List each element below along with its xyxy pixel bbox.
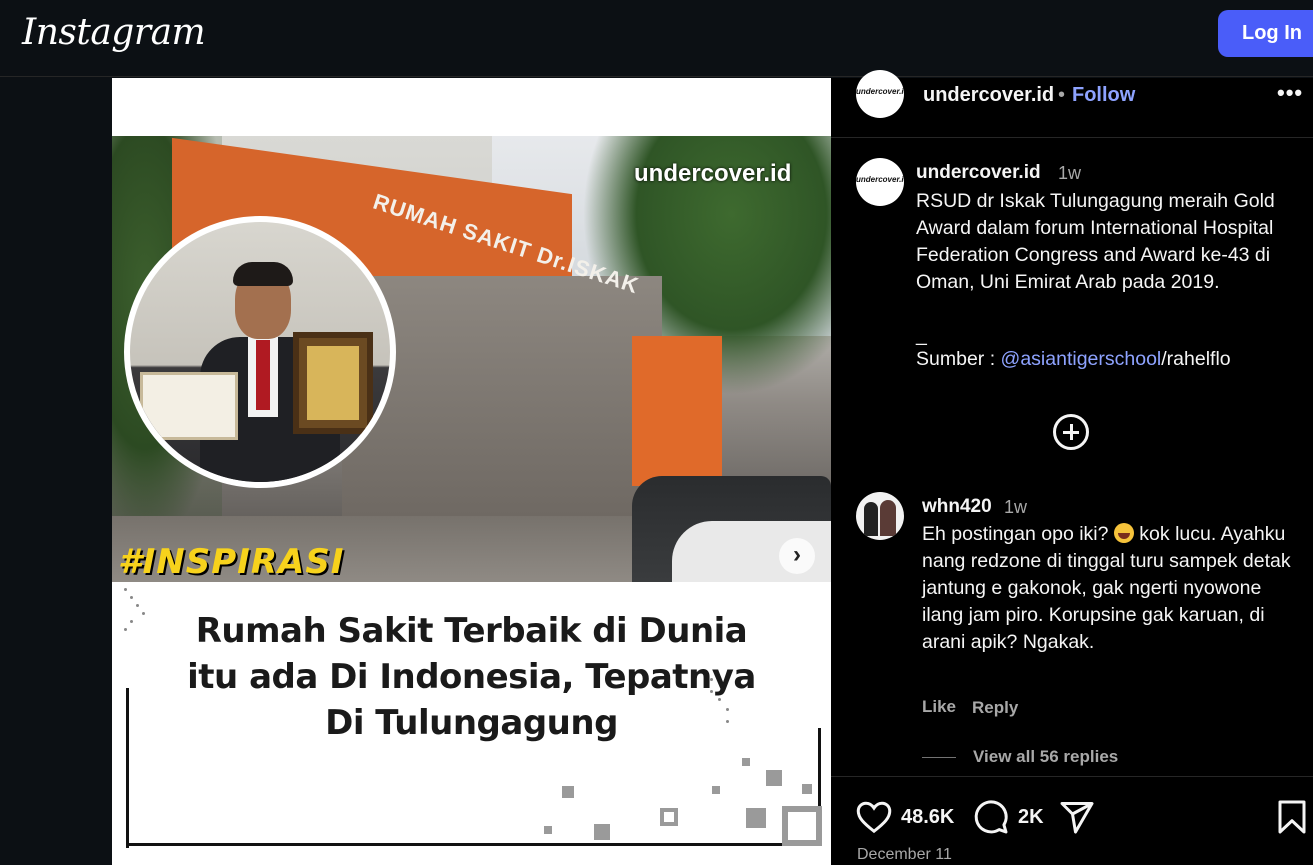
headline-line-1: Rumah Sakit Terbaik di Dunia bbox=[195, 611, 748, 651]
image-headline: Rumah Sakit Terbaik di Dunia itu ada Di … bbox=[112, 608, 831, 746]
comment-like-button[interactable]: Like bbox=[922, 697, 956, 717]
instagram-logo[interactable]: Instagram bbox=[22, 12, 206, 53]
deco-square bbox=[802, 784, 812, 794]
deco-square bbox=[746, 808, 766, 828]
deco-dot bbox=[710, 690, 713, 693]
portrait-hair bbox=[233, 262, 293, 286]
heart-icon[interactable] bbox=[856, 800, 892, 834]
deco-square bbox=[782, 806, 822, 846]
author-avatar[interactable]: undercover.id bbox=[856, 70, 904, 118]
deco-dot bbox=[136, 604, 139, 607]
caption-time[interactable]: 1w bbox=[1058, 163, 1081, 184]
frame-line-bottom bbox=[126, 843, 822, 846]
post-media[interactable]: RUMAH SAKIT Dr.ISKAK undercover.id #INSP… bbox=[112, 78, 831, 865]
deco-square bbox=[766, 770, 782, 786]
deco-dot bbox=[130, 620, 133, 623]
avatar-logo: undercover.id bbox=[856, 87, 904, 96]
deco-dot bbox=[726, 708, 729, 711]
deco-square bbox=[544, 826, 552, 834]
load-more-comments-icon[interactable] bbox=[1053, 414, 1089, 450]
deco-dot bbox=[710, 678, 713, 681]
comment-time[interactable]: 1w bbox=[1004, 497, 1027, 518]
laughing-emoji-icon bbox=[1113, 523, 1134, 543]
deco-square bbox=[594, 824, 610, 840]
source-prefix: Sumber : bbox=[916, 348, 1001, 370]
replies-divider bbox=[922, 757, 956, 758]
source-suffix: /rahelflo bbox=[1161, 348, 1231, 370]
portrait-tie bbox=[256, 340, 270, 410]
deco-dot bbox=[726, 720, 729, 723]
post-header: undercover.id undercover.id • Follow ••• bbox=[831, 70, 1313, 138]
deco-dot bbox=[142, 612, 145, 615]
image-watermark: undercover.id bbox=[634, 160, 792, 187]
award-portrait bbox=[124, 216, 396, 488]
comment-text: Eh postingan opo iki? kok lucu. Ayahku n… bbox=[922, 521, 1292, 656]
caption-avatar[interactable]: undercover.id bbox=[856, 158, 904, 206]
headline-line-3: Di Tulungagung bbox=[325, 703, 618, 743]
commenter-avatar[interactable] bbox=[856, 492, 904, 540]
deco-square bbox=[712, 786, 720, 794]
deco-dot bbox=[124, 628, 127, 631]
share-icon[interactable] bbox=[1059, 799, 1095, 835]
author-username[interactable]: undercover.id bbox=[923, 84, 1054, 107]
caption-username[interactable]: undercover.id bbox=[916, 162, 1041, 184]
comment-text-part-1: Eh postingan opo iki? bbox=[922, 523, 1114, 545]
inspirasi-badge: #INSPIRASI bbox=[118, 542, 345, 582]
deco-dot bbox=[130, 596, 133, 599]
deco-dot bbox=[718, 698, 721, 701]
separator-dot: • bbox=[1058, 84, 1066, 106]
post-actions: 48.6K 2K December 11 bbox=[831, 776, 1313, 865]
deco-square bbox=[742, 758, 750, 766]
next-arrow-icon[interactable]: › bbox=[779, 538, 815, 574]
plaque-inner bbox=[307, 346, 359, 420]
like-count[interactable]: 48.6K bbox=[901, 806, 954, 829]
post-sidebar: undercover.id undercover.id • Follow •••… bbox=[831, 70, 1313, 865]
deco-square bbox=[660, 808, 678, 826]
comment-count[interactable]: 2K bbox=[1018, 806, 1044, 829]
avatar-person-1 bbox=[864, 502, 878, 536]
comment-icon[interactable] bbox=[973, 799, 1009, 835]
frame-line-left bbox=[126, 688, 129, 848]
more-options-icon[interactable]: ••• bbox=[1277, 80, 1303, 106]
deco-square bbox=[562, 786, 574, 798]
view-replies-button[interactable]: View all 56 replies bbox=[973, 747, 1118, 767]
bookmark-icon[interactable] bbox=[1277, 799, 1307, 835]
caption-separator: _ bbox=[916, 324, 927, 346]
post-photo: RUMAH SAKIT Dr.ISKAK undercover.id #INSP… bbox=[112, 136, 831, 582]
top-bar: Instagram Log In bbox=[0, 0, 1313, 77]
photo-building-right bbox=[632, 336, 722, 486]
caption-text: RSUD dr Iskak Tulungagung meraih Gold Aw… bbox=[916, 190, 1275, 293]
headline-line-2: itu ada Di Indonesia, Tepatnya bbox=[187, 657, 756, 697]
avatar-person-2 bbox=[880, 500, 896, 536]
comment-reply-button[interactable]: Reply bbox=[972, 698, 1018, 718]
portrait-plaque bbox=[293, 332, 373, 434]
avatar-logo: undercover.id bbox=[856, 175, 904, 184]
post-date[interactable]: December 11 bbox=[857, 846, 952, 864]
login-button[interactable]: Log In bbox=[1218, 10, 1313, 57]
caption-source: Sumber : @asiantigerschool/rahelflo bbox=[916, 348, 1231, 371]
deco-dot bbox=[124, 588, 127, 591]
portrait-certificate bbox=[140, 372, 238, 440]
comment-username[interactable]: whn420 bbox=[922, 496, 992, 518]
source-mention-link[interactable]: @asiantigerschool bbox=[1001, 348, 1162, 370]
follow-button[interactable]: Follow bbox=[1072, 84, 1135, 107]
